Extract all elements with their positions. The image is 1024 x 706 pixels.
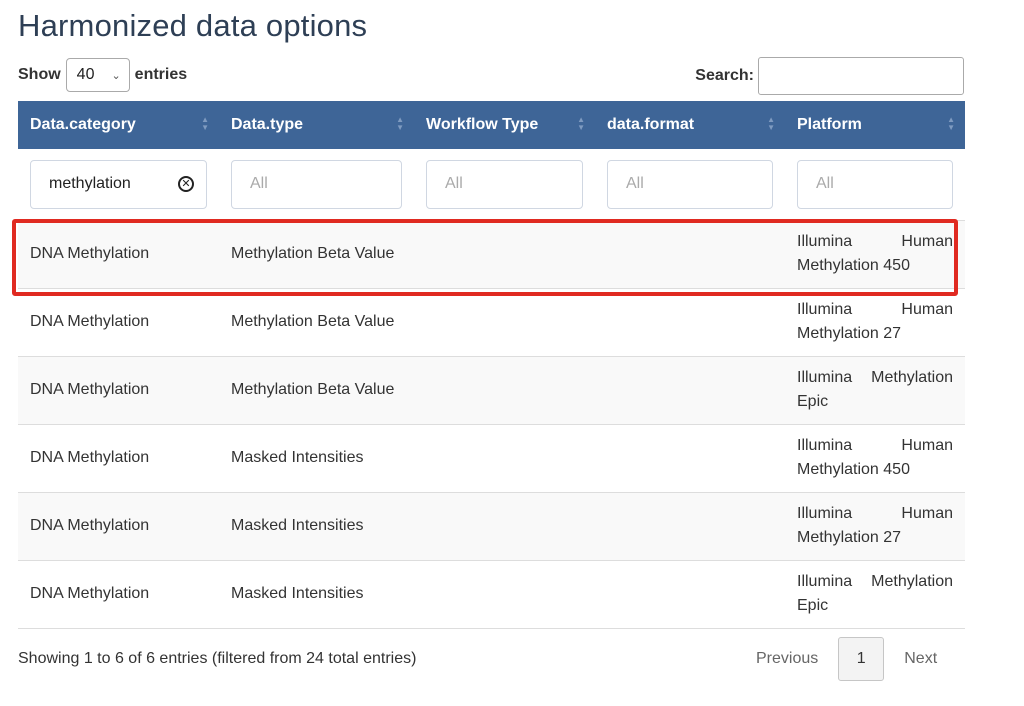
table-row[interactable]: DNA Methylation Masked Intensities Illum…	[18, 492, 965, 561]
table-header-row: Data.category ▲ ▼ Data.type ▲ ▼ Workflow Typ…	[18, 101, 965, 149]
filter-workflow-type[interactable]: All	[426, 159, 583, 209]
column-header-label: Data.type	[231, 116, 304, 133]
cell-format	[595, 356, 785, 425]
table-row[interactable]: DNA Methylation Methylation Beta Value I…	[18, 220, 965, 289]
column-header-label: Workflow Type	[426, 116, 539, 133]
column-header-workflow-type[interactable]: Workflow Type ▲ ▼	[414, 101, 595, 149]
cell-format	[595, 424, 785, 493]
cell-workflow	[414, 424, 595, 493]
cell-platform: Illumina Human Methylation 450	[785, 220, 965, 289]
filter-placeholder: All	[445, 175, 463, 193]
cell-platform: Illumina Methylation Epic	[785, 356, 965, 425]
cell-workflow	[414, 492, 595, 561]
filter-value: methylation	[49, 175, 131, 193]
search-control: Search:	[695, 57, 964, 95]
cell-category: DNA Methylation	[18, 492, 219, 561]
table-info: Showing 1 to 6 of 6 entries (filtered fr…	[18, 650, 417, 667]
cell-type: Masked Intensities	[219, 424, 414, 493]
column-header-data-format[interactable]: data.format ▲ ▼	[595, 101, 785, 149]
table-row[interactable]: DNA Methylation Methylation Beta Value I…	[18, 288, 965, 357]
table-row[interactable]: DNA Methylation Methylation Beta Value I…	[18, 356, 965, 425]
column-header-label: data.format	[607, 116, 695, 133]
pagination: Previous 1 Next	[742, 637, 951, 681]
previous-button[interactable]: Previous	[742, 637, 832, 681]
filter-placeholder: All	[626, 175, 644, 193]
show-label: Show	[18, 66, 61, 83]
column-filter-row: methylation ✕ All All All All	[18, 149, 965, 221]
entries-length-control: Show 40 ⌄ entries	[18, 58, 187, 92]
cell-category: DNA Methylation	[18, 424, 219, 493]
filter-placeholder: All	[250, 175, 268, 193]
cell-workflow	[414, 220, 595, 289]
cell-category: DNA Methylation	[18, 288, 219, 357]
clear-icon[interactable]: ✕	[178, 176, 194, 193]
cell-platform: Illumina Human Methylation 450	[785, 424, 965, 493]
data-table: Data.category ▲ ▼ Data.type ▲ ▼ Workflow Typ…	[18, 101, 965, 629]
chevron-down-icon: ⌄	[111, 69, 121, 82]
cell-type: Masked Intensities	[219, 560, 414, 629]
page-button-current[interactable]: 1	[838, 637, 885, 681]
sort-icon: ▲ ▼	[577, 115, 585, 132]
cell-category: DNA Methylation	[18, 560, 219, 629]
sort-icon: ▲ ▼	[396, 115, 404, 132]
entries-length-select[interactable]: 40 ⌄	[65, 58, 130, 92]
next-button[interactable]: Next	[890, 637, 951, 681]
cell-format	[595, 288, 785, 357]
cell-platform: Illumina Methylation Epic	[785, 560, 965, 629]
search-label: Search:	[695, 67, 754, 84]
entries-length-value: 40	[76, 66, 95, 83]
cell-type: Methylation Beta Value	[219, 356, 414, 425]
table-row[interactable]: DNA Methylation Masked Intensities Illum…	[18, 560, 965, 629]
cell-workflow	[414, 288, 595, 357]
cell-type: Masked Intensities	[219, 492, 414, 561]
column-header-platform[interactable]: Platform ▲ ▼	[785, 101, 965, 149]
filter-data-format[interactable]: All	[607, 159, 773, 209]
cell-type: Methylation Beta Value	[219, 220, 414, 289]
column-header-label: Platform	[797, 116, 862, 133]
sort-icon: ▲ ▼	[947, 115, 955, 132]
cell-category: DNA Methylation	[18, 220, 219, 289]
cell-workflow	[414, 356, 595, 425]
column-header-label: Data.category	[30, 116, 136, 133]
cell-platform: Illumina Human Methylation 27	[785, 492, 965, 561]
sort-icon: ▲ ▼	[767, 115, 775, 132]
filter-placeholder: All	[816, 175, 834, 193]
cell-category: DNA Methylation	[18, 356, 219, 425]
cell-format	[595, 220, 785, 289]
page-title: Harmonized data options	[18, 8, 368, 43]
filter-data-category[interactable]: methylation ✕	[30, 159, 207, 209]
column-header-data-category[interactable]: Data.category ▲ ▼	[18, 101, 219, 149]
cell-platform: Illumina Human Methylation 27	[785, 288, 965, 357]
filter-data-type[interactable]: All	[231, 159, 402, 209]
cell-format	[595, 492, 785, 561]
search-input[interactable]	[758, 57, 964, 95]
cell-workflow	[414, 560, 595, 629]
table-row[interactable]: DNA Methylation Masked Intensities Illum…	[18, 424, 965, 493]
column-header-data-type[interactable]: Data.type ▲ ▼	[219, 101, 414, 149]
entries-label: entries	[134, 66, 188, 83]
filter-platform[interactable]: All	[797, 159, 953, 209]
cell-type: Methylation Beta Value	[219, 288, 414, 357]
sort-icon: ▲ ▼	[201, 115, 209, 132]
cell-format	[595, 560, 785, 629]
